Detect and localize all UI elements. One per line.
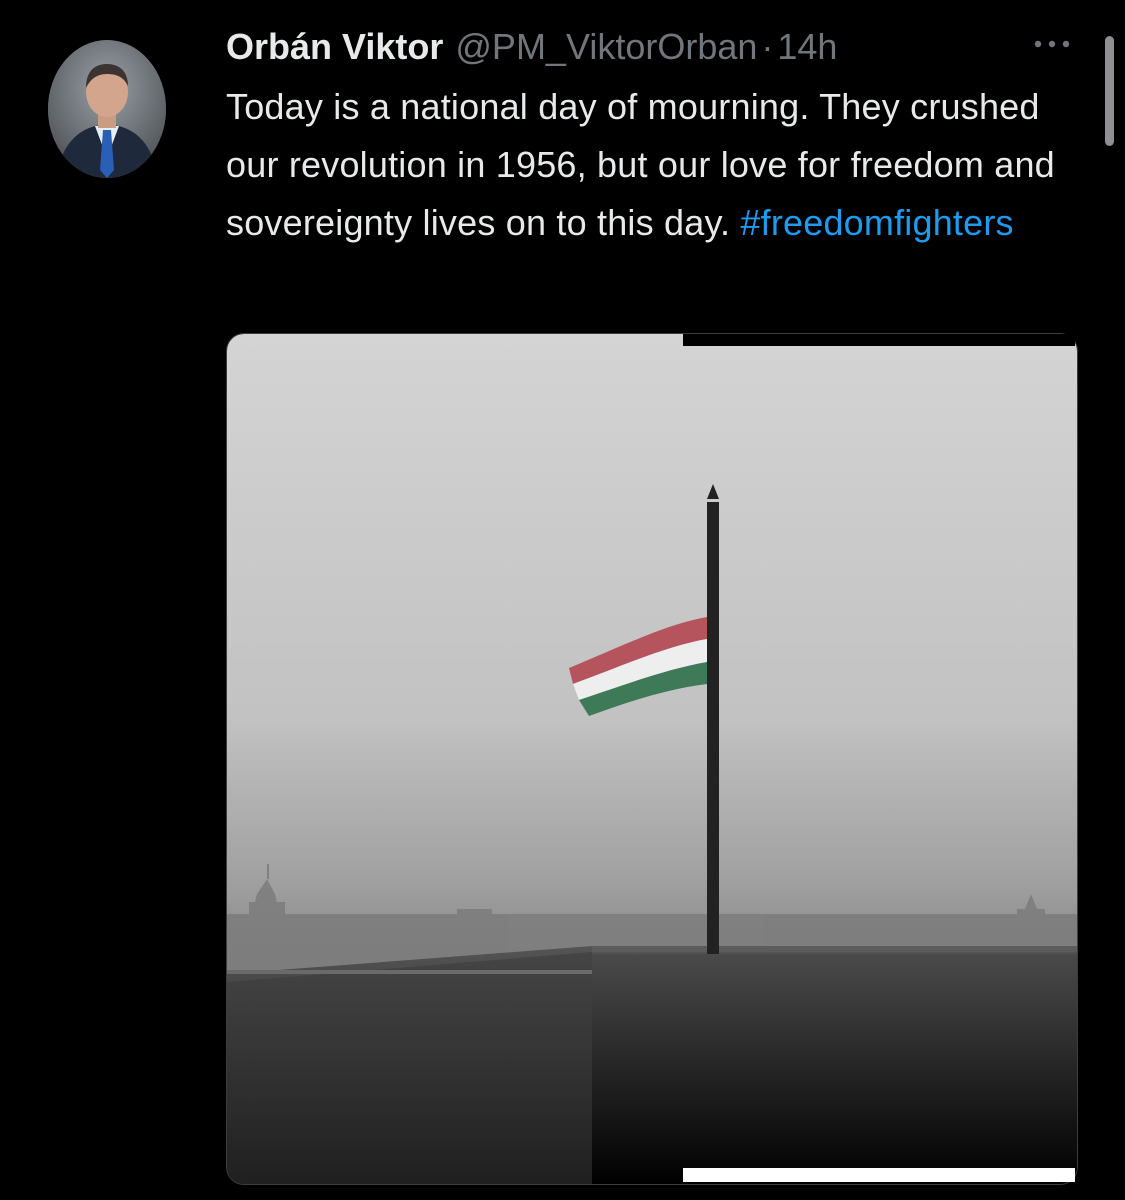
hashtag-link[interactable]: #freedomfighters: [740, 202, 1013, 243]
scrollbar[interactable]: [1105, 36, 1114, 146]
avatar[interactable]: [48, 40, 166, 178]
ellipsis-icon[interactable]: [1030, 34, 1074, 54]
tweet-header: Orbán Viktor @PM_ViktorOrban · 14h: [226, 24, 837, 70]
profile-photo-icon: [48, 40, 166, 178]
author-handle[interactable]: @PM_ViktorOrban: [455, 24, 757, 70]
tweet-text: Today is a national day of mourning. The…: [226, 78, 1086, 252]
tweet-timestamp[interactable]: 14h: [777, 24, 837, 70]
header-separator: ·: [761, 26, 774, 67]
author-display-name[interactable]: Orbán Viktor: [226, 24, 443, 70]
tweet-screen: Orbán Viktor @PM_ViktorOrban · 14h Today…: [0, 0, 1125, 1200]
media-top-edge: [683, 334, 1075, 346]
media-bottom-edge: [683, 1168, 1075, 1182]
tweet-media-photo[interactable]: [226, 333, 1078, 1185]
half-mast-flag-photo-icon: [227, 334, 1077, 1184]
